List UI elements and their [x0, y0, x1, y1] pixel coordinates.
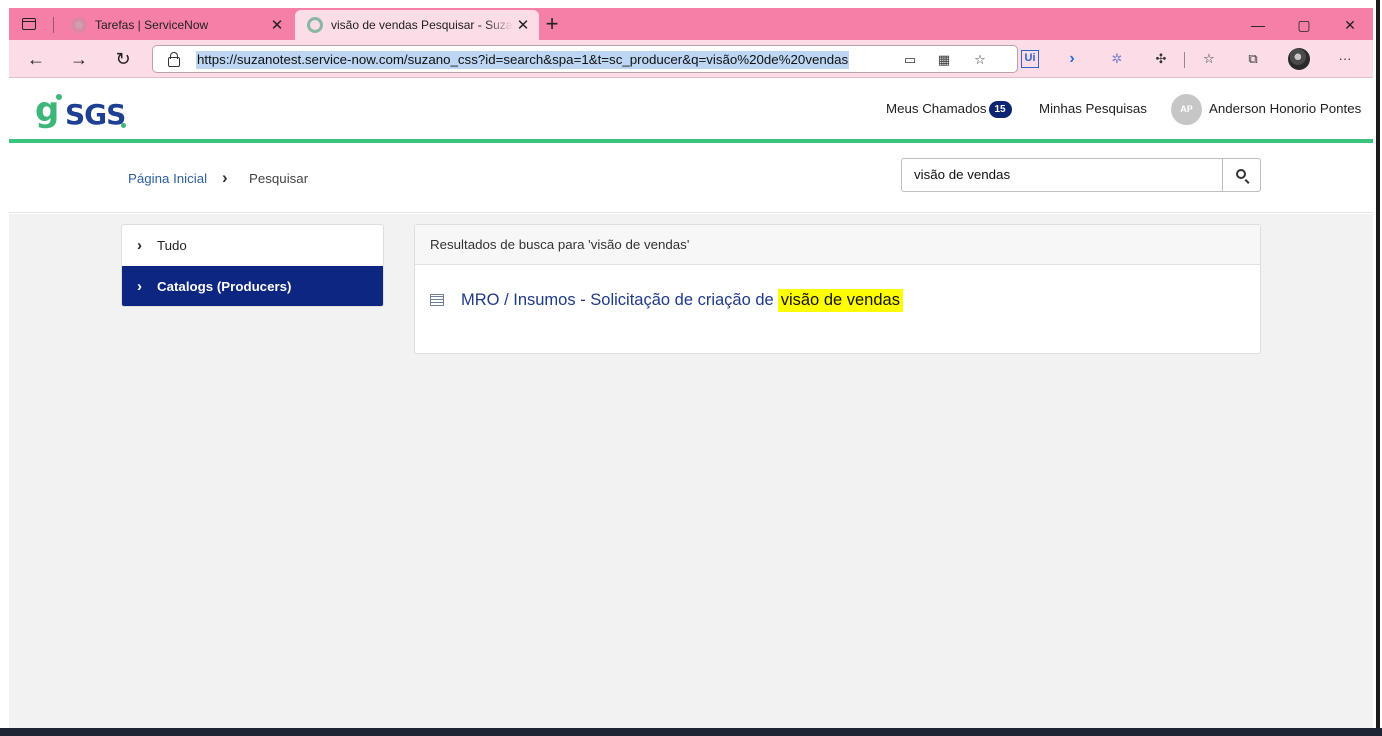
servicenow-favicon-icon — [71, 17, 87, 33]
minhas-pesquisas-link[interactable]: Minhas Pesquisas — [1039, 101, 1147, 116]
servicenow-favicon-icon — [307, 17, 323, 33]
sgs-logo[interactable]: g SGS — [35, 93, 127, 131]
breadcrumb-bar: Página Inicial › Pesquisar visão de vend… — [9, 143, 1373, 213]
extensions-icon[interactable]: ✣ — [1152, 50, 1170, 68]
url-field[interactable]: https://suzanotest.service-now.com/suzan… — [152, 45, 1018, 73]
results-heading: Resultados de busca para 'visão de venda… — [415, 225, 1260, 265]
search-button[interactable] — [1222, 158, 1261, 192]
favorites-icon[interactable]: ☆ — [1200, 50, 1218, 68]
tab-actions-icon — [22, 18, 36, 30]
tab-pesquisar[interactable]: visão de vendas Pesquisar - Suzano ✕ — [295, 10, 539, 40]
breadcrumb-chevron-icon: › — [222, 168, 228, 187]
taskbar-strip — [0, 728, 1382, 736]
app-available-icon[interactable]: ▭ — [901, 52, 919, 68]
forward-button[interactable]: → — [67, 48, 91, 70]
result-title-link[interactable]: MRO / Insumos - Solicitação de criação d… — [461, 291, 774, 310]
profile-avatar[interactable] — [1288, 48, 1310, 70]
user-name-menu[interactable]: Anderson Honorio Pontes — [1209, 101, 1361, 116]
right-edge — [1373, 0, 1382, 736]
tab-title: visão de vendas Pesquisar - Suzano — [331, 18, 513, 32]
tab-close-icon[interactable]: ✕ — [267, 16, 287, 34]
left-edge — [0, 0, 9, 736]
meus-chamados-label: Meus Chamados — [886, 101, 987, 117]
tab-tarefas[interactable]: Tarefas | ServiceNow ✕ — [59, 10, 293, 40]
scrollbar-edge — [1376, 0, 1380, 736]
settings-extension-icon[interactable]: ✲ — [1108, 50, 1126, 68]
filter-label: Catalogs (Producers) — [157, 279, 292, 294]
tab-separator — [53, 17, 54, 33]
user-avatar[interactable]: AP — [1171, 94, 1202, 125]
uipath-extension-icon[interactable]: Ui — [1021, 50, 1039, 68]
breadcrumb-home-link[interactable]: Página Inicial — [128, 171, 207, 186]
tab-close-icon[interactable]: ✕ — [513, 16, 533, 34]
search-input[interactable]: visão de vendas — [901, 158, 1223, 192]
add-favorite-icon[interactable]: ☆ — [971, 52, 989, 68]
collections-icon[interactable]: ⧉ — [1244, 50, 1262, 68]
url-text[interactable]: https://suzanotest.service-now.com/suzan… — [196, 51, 850, 69]
reload-button[interactable]: ↻ — [111, 48, 135, 70]
logo-dot — [56, 94, 62, 100]
search-results-panel: Resultados de busca para 'visão de venda… — [414, 224, 1261, 354]
logo-period — [121, 123, 126, 128]
search-icon — [1236, 169, 1246, 179]
catalog-item-icon — [430, 294, 444, 306]
qr-code-icon[interactable]: ▦ — [935, 52, 953, 68]
more-menu-icon[interactable]: ··· — [1336, 50, 1354, 68]
site-header: g SGS Meus Chamados 15 Minhas Pesquisas A… — [9, 79, 1373, 140]
chevron-right-icon: › — [137, 237, 142, 254]
back-button[interactable]: ← — [24, 48, 48, 70]
result-highlight-match[interactable]: visão de vendas — [777, 288, 903, 312]
minimize-button[interactable]: — — [1235, 14, 1281, 36]
tab-bar: Tarefas | ServiceNow ✕ visão de vendas P… — [9, 8, 1373, 40]
filter-label: Tudo — [157, 238, 187, 253]
chevron-right-icon: › — [137, 278, 142, 295]
lock-icon[interactable] — [167, 52, 180, 67]
address-bar-row: ← → ↻ https://suzanotest.service-now.com… — [9, 40, 1373, 78]
chamados-count-badge: 15 — [988, 101, 1012, 118]
tab-title: Tarefas | ServiceNow — [95, 18, 209, 32]
tab-actions-button[interactable] — [19, 14, 39, 34]
power-automate-extension-icon[interactable]: › — [1063, 50, 1081, 68]
toolbar-separator — [1184, 52, 1185, 68]
breadcrumb-current: Pesquisar — [249, 171, 309, 186]
maximize-button[interactable]: ▢ — [1281, 14, 1327, 36]
filter-tudo[interactable]: › Tudo — [122, 225, 383, 266]
new-tab-button[interactable]: + — [541, 13, 563, 36]
meus-chamados-link[interactable]: Meus Chamados 15 — [886, 101, 1012, 118]
logo-text: SGS — [65, 98, 126, 131]
result-item[interactable]: MRO / Insumos - Solicitação de criação d… — [430, 288, 903, 312]
filter-catalogs-producers[interactable]: › Catalogs (Producers) — [122, 266, 383, 306]
close-window-button[interactable]: ✕ — [1327, 14, 1373, 36]
browser-window: Tarefas | ServiceNow ✕ visão de vendas P… — [0, 0, 1382, 736]
source-filter-panel: › Tudo › Catalogs (Producers) — [121, 224, 384, 307]
